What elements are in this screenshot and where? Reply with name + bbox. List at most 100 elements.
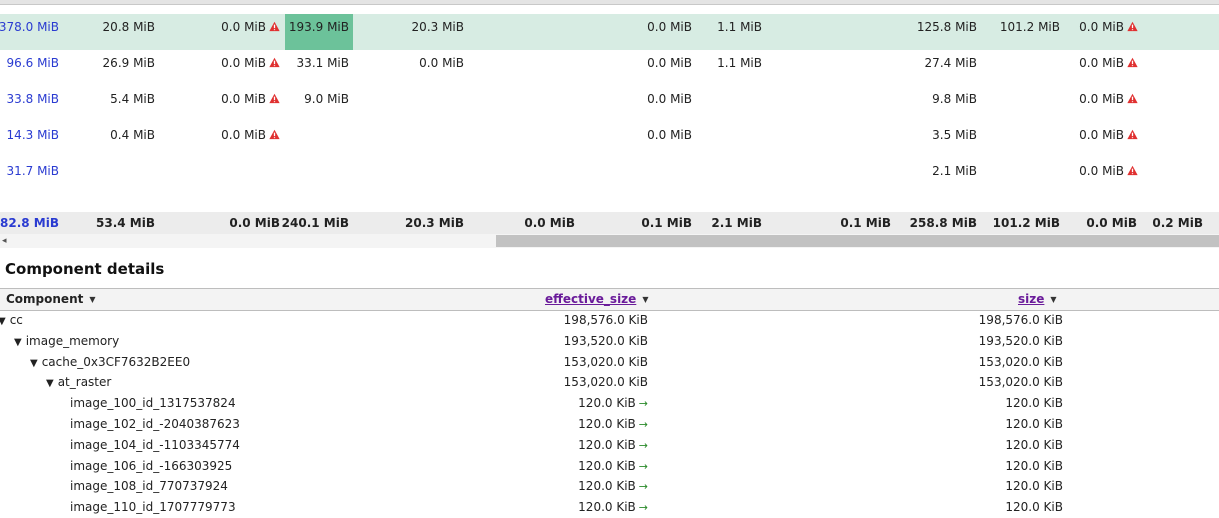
value-text: 5.4 MiB <box>110 92 155 106</box>
effective-size-value: 120.0 KiB <box>578 458 636 473</box>
effective-size-cell: 193,520.0 KiB <box>480 331 648 351</box>
value-text: 9.0 MiB <box>304 92 349 106</box>
value-cell: 2.1 MiB <box>932 158 977 194</box>
value-cell: 33.1 MiB <box>297 50 349 86</box>
total-cell: 0.1 MiB <box>641 212 692 234</box>
total-cell: 0.2 MiB <box>1152 212 1203 234</box>
tree-row[interactable]: ▼ image_memory 193,520.0 KiB 193,520.0 KiB <box>0 331 1219 351</box>
value-text: 0.0 MiB <box>1079 164 1124 178</box>
tree-row[interactable]: ▼ cache_0x3CF7632B2EE0 153,020.0 KiB 153,02… <box>0 352 1219 372</box>
effective-size-cell: 120.0 KiB → <box>480 414 648 435</box>
value-text: 1.1 MiB <box>717 20 762 34</box>
value-cell: 0.0 MiB <box>221 50 280 86</box>
value-cell: 0.0 MiB <box>647 86 692 122</box>
value-text: 20.3 MiB <box>405 216 464 230</box>
column-header-effective-size[interactable]: effective_size ▼ <box>545 289 648 310</box>
tree-item-name: image_106_id_-166303925 <box>70 456 232 476</box>
expand-toggle-icon[interactable]: ▼ <box>46 378 54 389</box>
tree-item-label: image_104_id_-1103345774 <box>70 437 240 452</box>
tree-item-name: image_110_id_1707779773 <box>70 497 236 517</box>
tree-row[interactable]: image_108_id_770737924 120.0 KiB → 120.0 Ki… <box>0 476 1219 496</box>
tree-item-name: ▼ at_raster <box>46 372 111 394</box>
link-arrow-icon[interactable]: → <box>639 501 648 514</box>
size-cell: 120.0 KiB <box>1005 417 1063 431</box>
totals-row: 682.8 MiB53.4 MiB0.0 MiB240.1 MiB20.3 Mi… <box>0 212 1219 234</box>
table-row[interactable]: 31.7 MiB 2.1 MiB 0.0 MiB <box>0 158 1219 194</box>
sort-icon[interactable]: ▼ <box>642 295 648 304</box>
tree-item-label: cache_0x3CF7632B2EE0 <box>41 354 191 369</box>
horizontal-scrollbar[interactable]: ◂ <box>0 234 1219 248</box>
value-text: 0.0 MiB <box>524 216 575 230</box>
value-text: 193.9 MiB <box>288 20 349 34</box>
tree-item-name: image_102_id_-2040387623 <box>70 414 240 434</box>
link-arrow-icon[interactable]: → <box>639 460 648 473</box>
value-cell: 0.0 MiB <box>419 50 464 86</box>
column-header-size-link[interactable]: size <box>1018 292 1044 306</box>
value-cell: 33.8 MiB <box>7 86 59 122</box>
warning-icon <box>269 57 280 68</box>
section-title: Component details <box>5 260 165 278</box>
table-row[interactable]: 378.0 MiB 20.8 MiB 0.0 MiB 193.9 MiB 20.3 Mi… <box>0 14 1219 50</box>
value-text: 20.8 MiB <box>102 20 155 34</box>
total-cell: 258.8 MiB <box>910 212 977 234</box>
link-arrow-icon[interactable]: → <box>639 439 648 452</box>
effective-size-value: 198,576.0 KiB <box>563 313 648 327</box>
tree-item-label: image_102_id_-2040387623 <box>70 417 240 431</box>
tree-row[interactable]: ▼ cc 198,576.0 KiB 198,576.0 KiB <box>0 310 1219 330</box>
expand-toggle-icon[interactable]: ▼ <box>0 316 6 327</box>
value-cell: 193.9 MiB <box>285 14 353 50</box>
column-header-size[interactable]: size ▼ <box>1018 289 1057 310</box>
value-text: 0.0 MiB <box>1079 128 1124 142</box>
value-text: 14.3 MiB <box>6 128 59 142</box>
tree-row[interactable]: ▼ at_raster 153,020.0 KiB 153,020.0 KiB <box>0 372 1219 392</box>
value-text: 258.8 MiB <box>909 216 977 230</box>
column-header-component[interactable]: Component ▼ <box>6 289 96 310</box>
value-text: 0.0 MiB <box>647 128 692 142</box>
value-text: 0.0 MiB <box>1079 20 1124 34</box>
tree-row[interactable]: image_102_id_-2040387623 120.0 KiB → 120.0 … <box>0 414 1219 434</box>
value-cell: 0.0 MiB <box>221 14 280 50</box>
scrollbar-thumb[interactable] <box>496 235 1219 247</box>
tree-row[interactable]: image_104_id_-1103345774 120.0 KiB → 120.0 … <box>0 435 1219 455</box>
value-text: 2.1 MiB <box>932 164 977 178</box>
value-cell: 27.4 MiB <box>925 50 977 86</box>
value-cell: 0.0 MiB <box>221 86 280 122</box>
table-row[interactable]: 33.8 MiB 5.4 MiB 0.0 MiB 9.0 MiB 0.0 MiB 9.8 … <box>0 86 1219 122</box>
effective-size-value: 153,020.0 KiB <box>563 354 648 369</box>
table-header: Component ▼ effective_size ▼ size ▼ <box>0 288 1219 311</box>
table-row[interactable]: 14.3 MiB 0.4 MiB 0.0 MiB 0.0 MiB 3.5 MiB 0.0 … <box>0 122 1219 158</box>
value-cell: 1.1 MiB <box>717 50 762 86</box>
tree-row[interactable]: image_106_id_-166303925 120.0 KiB → 120.0 K… <box>0 456 1219 476</box>
expand-toggle-icon[interactable]: ▼ <box>14 337 22 348</box>
value-text: 0.0 MiB <box>221 56 266 70</box>
value-text: 3.5 MiB <box>932 128 977 142</box>
warning-icon <box>269 93 280 104</box>
effective-size-cell: 153,020.0 KiB <box>480 372 648 392</box>
value-cell: 5.4 MiB <box>110 86 155 122</box>
value-text: 9.8 MiB <box>932 92 977 106</box>
value-text: 101.2 MiB <box>999 20 1060 34</box>
scroll-left-icon[interactable]: ◂ <box>2 234 7 248</box>
tree-row[interactable]: image_100_id_1317537824 120.0 KiB → 120.0 K… <box>0 393 1219 413</box>
tree-item-label: image_100_id_1317537824 <box>70 396 236 411</box>
link-arrow-icon[interactable]: → <box>639 480 648 493</box>
value-cell: 20.3 MiB <box>412 14 464 50</box>
value-text: 0.0 MiB <box>1079 92 1124 106</box>
tree-item-label: image_108_id_770737924 <box>70 479 228 494</box>
link-arrow-icon[interactable]: → <box>639 418 648 431</box>
size-cell: 120.0 KiB <box>1005 396 1063 411</box>
link-arrow-icon[interactable]: → <box>639 397 648 410</box>
table-row[interactable]: 96.6 MiB 26.9 MiB 0.0 MiB 33.1 MiB 0.0 MiB 0.… <box>0 50 1219 86</box>
effective-size-cell: 198,576.0 KiB <box>480 310 648 330</box>
effective-size-value: 193,520.0 KiB <box>563 333 648 348</box>
value-text: 378.0 MiB <box>0 20 59 34</box>
sort-icon[interactable]: ▼ <box>89 295 95 304</box>
column-header-effective-size-link[interactable]: effective_size <box>545 292 636 306</box>
sort-icon[interactable]: ▼ <box>1050 295 1056 304</box>
effective-size-value: 120.0 KiB <box>578 417 636 431</box>
tree-row[interactable]: image_110_id_1707779773 120.0 KiB → 120.0 K… <box>0 497 1219 517</box>
expand-toggle-icon[interactable]: ▼ <box>30 358 38 369</box>
value-text: 101.2 MiB <box>992 216 1060 230</box>
effective-size-value: 120.0 KiB <box>578 479 636 494</box>
value-text: 31.7 MiB <box>6 164 59 178</box>
